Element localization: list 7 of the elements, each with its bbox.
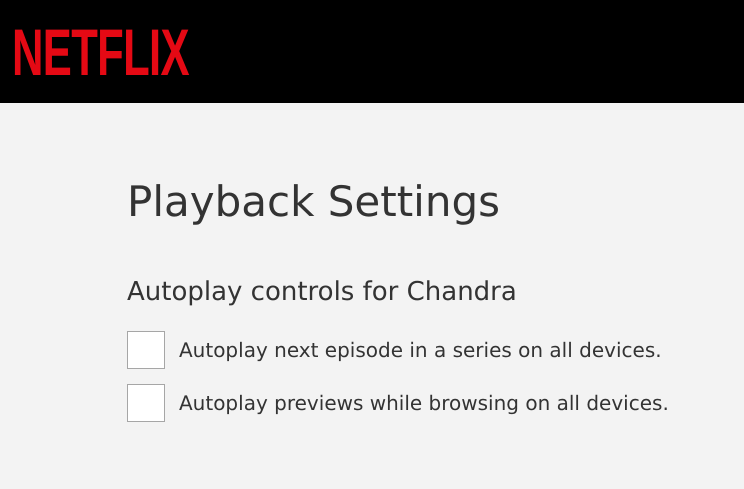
checkbox-label[interactable]: Autoplay next episode in a series on all devices. [179,338,662,362]
section-heading: Autoplay controls for Chandra [127,277,518,309]
checkbox-label[interactable]: Autoplay previews while browsing on all devices. [179,390,669,415]
checkbox[interactable] [127,330,165,369]
page-title: Playback Settings [127,177,502,228]
checkbox[interactable] [127,384,165,422]
logo[interactable]: NETFLIX [12,18,189,84]
